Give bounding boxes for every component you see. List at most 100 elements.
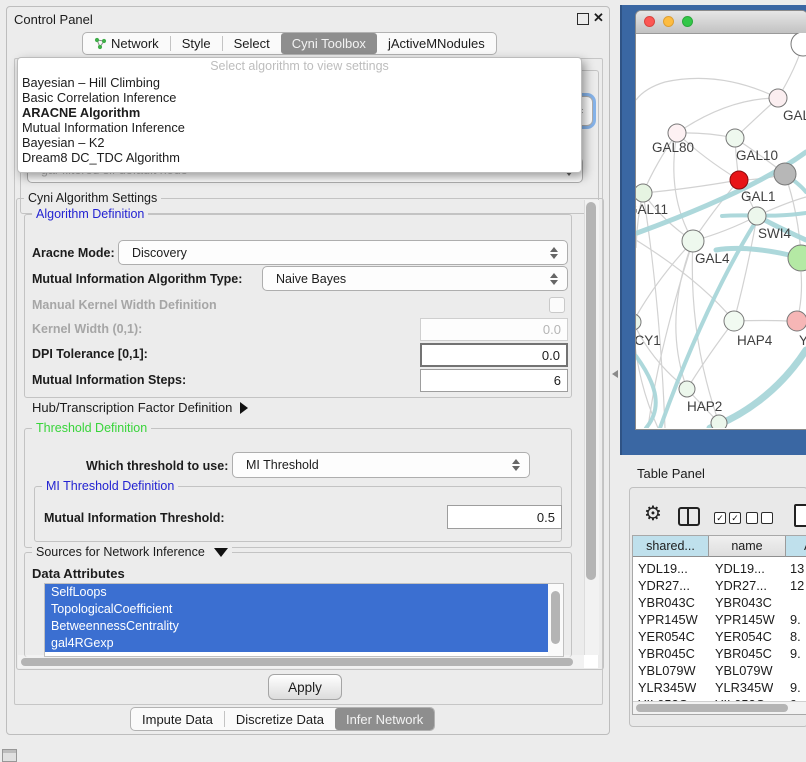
show-columns-icon[interactable]: ✓✓	[714, 512, 741, 524]
kernel-width-label: Kernel Width (0,1):	[32, 322, 142, 336]
manual-kernel-checkbox[interactable]	[549, 297, 565, 313]
network-node[interactable]	[679, 381, 695, 397]
mi-threshold-value: 0.5	[537, 510, 555, 525]
mi-threshold-label: Mutual Information Threshold:	[44, 511, 225, 525]
list-item[interactable]: gal4RGexp	[45, 635, 548, 652]
network-node[interactable]	[724, 311, 744, 331]
cyni-algorithm-settings-title: Cyni Algorithm Settings	[24, 191, 161, 205]
table-cell[interactable]: 13	[790, 561, 804, 576]
settings-hscrollbar-thumb[interactable]	[21, 658, 573, 666]
dpi-tolerance-field[interactable]: 0.0	[420, 343, 568, 367]
table-cell[interactable]: YDL19...	[715, 561, 765, 576]
tab-discretize-data[interactable]: Discretize Data	[225, 708, 335, 730]
popup-item[interactable]: Dream8 DC_TDC Algorithm	[18, 150, 581, 165]
tab-network[interactable]: Network	[83, 33, 170, 54]
function-builder-icon[interactable]	[794, 504, 806, 527]
svg-text:HAP4: HAP4	[737, 333, 773, 348]
table-cell[interactable]: YPR145W	[715, 612, 775, 627]
table-cell[interactable]: YBR045C	[638, 646, 695, 661]
network-node[interactable]	[769, 89, 787, 107]
table-cell[interactable]: 8.	[790, 629, 801, 644]
network-node[interactable]	[636, 184, 652, 202]
table-cell[interactable]: YER054C	[715, 629, 772, 644]
which-threshold-combo[interactable]: MI Threshold	[232, 452, 530, 478]
hide-columns-icon[interactable]	[746, 512, 773, 524]
close-traffic-light[interactable]	[644, 16, 655, 27]
minimized-panel-icon[interactable]	[2, 749, 17, 762]
table-cell[interactable]: 9.	[790, 612, 801, 627]
table-cell[interactable]: 9.	[790, 646, 801, 661]
network-node[interactable]	[788, 245, 806, 271]
network-canvas[interactable]: GAL GAL80 GAL10 GAL1 GAL11 SWI4 GAL4 GCY…	[636, 33, 806, 428]
network-node[interactable]	[748, 207, 766, 225]
mi-steps-field[interactable]: 6	[420, 369, 568, 392]
network-node[interactable]	[730, 171, 748, 189]
apply-button[interactable]: Apply	[268, 674, 342, 700]
network-node[interactable]	[774, 163, 796, 185]
column-header-name[interactable]: name	[709, 536, 786, 557]
settings-vscrollbar-thumb[interactable]	[586, 202, 596, 580]
list-item[interactable]: SelfLoops	[45, 584, 548, 601]
table-cell[interactable]: YBL079W	[638, 663, 696, 678]
kernel-width-field[interactable]: 0.0	[420, 318, 568, 341]
chevron-down-icon	[214, 548, 228, 557]
table-cell[interactable]: 9.	[790, 680, 801, 695]
control-panel-tabbar: Network Style Select Cyni Toolbox jActiv…	[82, 32, 497, 55]
mi-type-combo[interactable]: Naive Bayes	[262, 266, 568, 291]
network-node[interactable]	[726, 129, 744, 147]
tab-infer-network[interactable]: Infer Network	[335, 708, 434, 730]
table-cell[interactable]: YDR27...	[715, 578, 767, 593]
popup-item-selected[interactable]: ARACNE Algorithm	[18, 105, 581, 120]
table-cell[interactable]: YBL079W	[715, 663, 773, 678]
columns-icon[interactable]	[678, 507, 700, 526]
list-vscrollbar-thumb[interactable]	[551, 591, 560, 644]
column-header-clipped[interactable]: A	[786, 536, 806, 557]
hub-definition-toggle[interactable]: Hub/Transcription Factor Definition	[32, 400, 248, 415]
table-cell[interactable]: YBR043C	[638, 595, 695, 610]
float-panel-icon[interactable]	[577, 13, 589, 25]
network-window-titlebar[interactable]	[636, 11, 806, 34]
table-panel-title: Table Panel	[637, 466, 705, 481]
tab-select[interactable]: Select	[223, 33, 281, 54]
svg-text:GCY1: GCY1	[636, 333, 661, 348]
network-node[interactable]	[791, 33, 806, 56]
close-panel-icon[interactable]: ✕	[593, 10, 604, 26]
popup-item[interactable]: Mutual Information Inference	[18, 120, 581, 135]
popup-item[interactable]: Bayesian – K2	[18, 135, 581, 150]
table-cell[interactable]: YLR345W	[715, 680, 773, 695]
svg-text:HAP2: HAP2	[687, 399, 722, 414]
mi-threshold-field[interactable]: 0.5	[447, 505, 562, 529]
list-item[interactable]: BetweennessCentrality	[45, 618, 548, 635]
zoom-traffic-light[interactable]	[682, 16, 693, 27]
list-item[interactable]: TopologicalCoefficient	[45, 601, 548, 618]
network-node[interactable]	[636, 314, 641, 330]
tab-impute-data[interactable]: Impute Data	[131, 708, 224, 730]
table-cell[interactable]: YDR27...	[638, 578, 690, 593]
aracne-mode-label: Aracne Mode:	[32, 246, 115, 260]
table-cell[interactable]: YLR345W	[638, 680, 696, 695]
sources-group-title[interactable]: Sources for Network Inference	[32, 545, 232, 559]
panel-collapse-arrow-icon[interactable]	[612, 370, 618, 378]
aracne-mode-combo[interactable]: Discovery	[118, 240, 568, 265]
column-header-shared[interactable]: shared...	[633, 536, 709, 557]
table-cell[interactable]: YDL19...	[638, 561, 688, 576]
tab-style[interactable]: Style	[171, 33, 222, 54]
table-cell[interactable]: YER054C	[638, 629, 695, 644]
popup-item[interactable]: Basic Correlation Inference	[18, 90, 581, 105]
popup-item[interactable]: Bayesian – Hill Climbing	[18, 75, 581, 90]
chevron-right-icon	[240, 402, 248, 414]
svg-text:SWI4: SWI4	[758, 226, 791, 241]
table-cell[interactable]: 12	[790, 578, 804, 593]
network-node[interactable]	[711, 415, 727, 428]
table-cell[interactable]: YBR043C	[715, 595, 772, 610]
tab-cyni-toolbox[interactable]: Cyni Toolbox	[281, 33, 377, 54]
network-node[interactable]	[682, 230, 704, 252]
table-cell[interactable]: YPR145W	[638, 612, 698, 627]
column-header-shared-label: shared...	[646, 539, 695, 553]
tab-jactivemnodules[interactable]: jActiveMNodules	[377, 33, 496, 54]
network-node[interactable]	[787, 311, 806, 331]
table-hscrollbar-thumb[interactable]	[636, 704, 788, 712]
table-cell[interactable]: YBR045C	[715, 646, 772, 661]
minimize-traffic-light[interactable]	[663, 16, 674, 27]
gear-icon[interactable]: ⚙	[644, 503, 662, 525]
